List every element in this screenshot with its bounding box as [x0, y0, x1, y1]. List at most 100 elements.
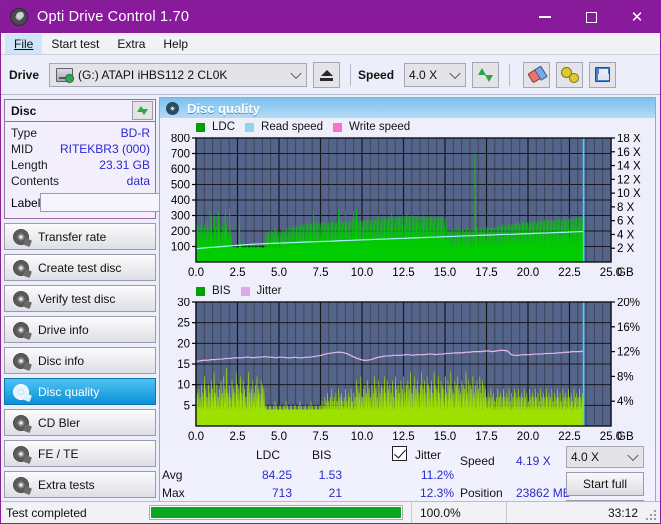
erase-button[interactable]	[523, 61, 551, 88]
menu-help-label: Help	[163, 36, 189, 51]
legend-swatch-ldc	[196, 122, 205, 132]
sidebar-item-verify-test-disc[interactable]: Verify test disc	[4, 285, 156, 312]
floppy-save-icon	[595, 67, 611, 82]
chevron-down-icon	[627, 449, 639, 462]
charts-container: LDC Read speed Write speed 100 200 300 400 5…	[160, 118, 655, 446]
stats-max-ldc: 713	[271, 486, 292, 500]
main-body: Disc Type BD-R MID RITEKBR3 (000) Length…	[1, 95, 660, 523]
sidebar-item-label: Verify test disc	[38, 291, 116, 306]
minimize-icon	[539, 16, 551, 18]
drive-label: Drive	[9, 67, 40, 82]
sidebar: Disc Type BD-R MID RITEKBR3 (000) Length…	[1, 95, 244, 523]
sidebar-item-drive-info[interactable]: Drive info	[4, 316, 156, 343]
svg-text:5.0: 5.0	[271, 431, 287, 443]
start-full-button[interactable]: Start full	[566, 472, 644, 496]
bis-jitter-chart: 5 10 15 20 25 30 4% 8% 12% 16% 20% 0.0 2.5 5.0 7.5 10.0…	[162, 298, 653, 446]
svg-text:17.5: 17.5	[475, 431, 497, 443]
menu-start-test[interactable]: Start test	[42, 34, 108, 54]
close-button[interactable]: ✕	[614, 1, 660, 33]
test-speed-select[interactable]: 4.0 X	[566, 446, 644, 468]
disc-mid-key: MID	[11, 142, 33, 156]
svg-text:12.5: 12.5	[392, 267, 414, 279]
svg-text:15.0: 15.0	[434, 267, 456, 279]
stats-max-jitter: 12.3%	[419, 486, 454, 500]
svg-text:8%: 8%	[617, 371, 634, 383]
elapsed-time: 33:12	[506, 501, 660, 523]
minimize-button[interactable]	[522, 1, 568, 33]
svg-text:20: 20	[177, 338, 190, 350]
svg-text:700: 700	[171, 149, 190, 161]
svg-text:2 X: 2 X	[617, 243, 635, 255]
sidebar-item-create-test-disc[interactable]: Create test disc	[4, 254, 156, 281]
legend-label-write-speed: Write speed	[349, 121, 411, 133]
progress-percent: 100.0%	[411, 501, 506, 523]
test-speed-value: 4.0 X	[571, 450, 600, 464]
legend-label-jitter: Jitter	[256, 285, 282, 297]
sidebar-item-disc-info[interactable]: Disc info	[4, 347, 156, 374]
bis-legend: BIS Jitter	[162, 284, 653, 298]
disc-info-group: Disc Type BD-R MID RITEKBR3 (000) Length…	[4, 99, 244, 219]
drive-icon	[56, 67, 75, 83]
svg-text:20.0: 20.0	[517, 431, 539, 443]
speed-stat-label: Speed	[460, 454, 495, 468]
cd-bler-icon	[13, 414, 29, 431]
sidebar-item-label: Transfer rate	[38, 229, 107, 244]
disc-label-row: Label	[11, 192, 244, 213]
drive-select[interactable]: (G:) ATAPI iHBS112 2 CL0K	[49, 62, 308, 87]
menu-extra[interactable]: Extra	[108, 34, 154, 54]
disc-refresh-button[interactable]	[132, 101, 153, 120]
close-icon: ✕	[630, 7, 644, 26]
svg-text:12.5: 12.5	[392, 431, 414, 443]
svg-text:17.5: 17.5	[475, 267, 497, 279]
maximize-button[interactable]	[568, 1, 614, 33]
title-bar: Opti Drive Control 1.70 ✕	[1, 1, 660, 33]
status-bar: Test completed 100.0% 33:12	[1, 501, 660, 523]
refresh-button[interactable]	[472, 61, 500, 88]
chevron-down-icon	[449, 67, 461, 79]
progress-fill	[151, 507, 401, 518]
stats-avg-bis: 1.53	[318, 468, 342, 482]
svg-text:100: 100	[171, 242, 190, 254]
bis-jitter-chart-svg: 5 10 15 20 25 30 4% 8% 12% 16% 20% 0.0 2.5 5.0 7.5 10.0…	[177, 298, 640, 443]
legend-swatch-bis	[196, 286, 205, 296]
window-controls: ✕	[522, 1, 660, 33]
settings-button[interactable]	[556, 61, 584, 88]
sidebar-item-transfer-rate[interactable]: Transfer rate	[4, 223, 156, 250]
disc-type-value: BD-R	[120, 126, 150, 140]
legend-label-ldc: LDC	[212, 121, 236, 133]
jitter-checkbox[interactable]	[392, 446, 407, 462]
eject-bar	[320, 77, 334, 81]
svg-text:10.0: 10.0	[351, 267, 373, 279]
sidebar-item-cd-bler[interactable]: CD Bler	[4, 409, 156, 436]
ldc-chart: 100 200 300 400 500 600 700 800 2 X 4 X6 X 8 X 10 X…	[162, 134, 653, 282]
refresh-icon	[478, 67, 487, 75]
disc-contents-key: Contents	[11, 174, 60, 188]
legend-swatch-read-speed	[245, 122, 255, 132]
eject-button[interactable]	[313, 61, 341, 88]
content-area: Disc quality LDC Read speed Write speed …	[159, 95, 660, 523]
menu-file[interactable]: File	[5, 33, 43, 54]
sidebar-item-label: CD Bler	[38, 415, 81, 430]
disc-quality-icon	[13, 383, 29, 400]
disc-row-contents: Contents data	[11, 173, 150, 189]
gears-icon	[560, 66, 579, 83]
svg-text:0.0: 0.0	[188, 431, 204, 443]
refresh-icon-2	[140, 109, 148, 115]
save-button[interactable]	[589, 61, 617, 88]
sidebar-item-label: Disc quality	[38, 384, 100, 399]
stats-row-avg-label: Avg	[162, 468, 183, 482]
sidebar-item-disc-quality[interactable]: Disc quality	[4, 378, 156, 405]
svg-text:8 X: 8 X	[617, 202, 635, 214]
speed-select[interactable]: 4.0 X	[404, 62, 467, 87]
menu-help[interactable]: Help	[154, 34, 197, 54]
svg-text:25: 25	[177, 318, 190, 330]
svg-text:7.5: 7.5	[313, 267, 329, 279]
sidebar-item-fe-te[interactable]: FE / TE	[4, 440, 156, 467]
toolbar-divider-1	[350, 63, 352, 86]
svg-text:GB: GB	[617, 267, 634, 279]
sidebar-item-extra-tests[interactable]: Extra tests	[4, 471, 156, 498]
create-test-disc-icon	[13, 259, 29, 276]
svg-text:7.5: 7.5	[313, 431, 329, 443]
resize-grip[interactable]	[646, 510, 656, 520]
app-icon	[10, 8, 28, 26]
